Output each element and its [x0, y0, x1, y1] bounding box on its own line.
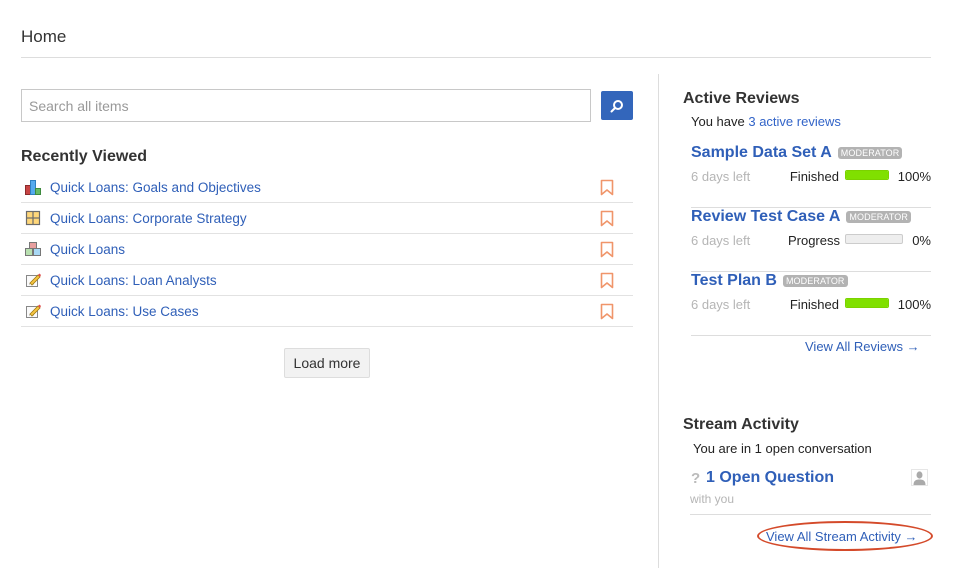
recent-item-link[interactable]: Quick Loans: Loan Analysts [50, 273, 217, 288]
recently-viewed-list: Quick Loans: Goals and Objectives Quick … [21, 172, 633, 327]
question-mark-icon: ? [691, 470, 701, 487]
review-status: Finished [789, 169, 839, 184]
search-input[interactable] [21, 89, 591, 122]
title-divider [21, 57, 931, 58]
role-badge: MODERATOR [846, 211, 911, 223]
recently-viewed-heading: Recently Viewed [21, 148, 147, 165]
edit-document-icon [25, 272, 41, 288]
list-item: Quick Loans: Goals and Objectives [21, 172, 633, 203]
active-reviews-heading: Active Reviews [683, 90, 800, 107]
page-title: Home [21, 27, 67, 46]
recent-item-link[interactable]: Quick Loans [50, 242, 125, 257]
stream-activity-summary: You are in 1 open conversation [693, 441, 872, 456]
progress-percent: 100% [897, 169, 931, 184]
review-item: Test Plan B MODERATOR 6 days left Finish… [691, 272, 931, 336]
progress-bar [845, 234, 903, 244]
progress-fill [846, 171, 888, 179]
column-divider [658, 74, 659, 568]
progress-percent: 0% [912, 233, 931, 248]
review-title-link[interactable]: Sample Data Set A [691, 144, 832, 162]
progress-fill [846, 299, 888, 307]
open-question-item: ? 1 Open Question with you [690, 468, 931, 515]
progress-bar [845, 170, 889, 180]
user-avatar-icon [911, 469, 928, 486]
bookmark-icon[interactable] [600, 272, 614, 289]
edit-document-icon [25, 303, 41, 319]
bookmark-icon[interactable] [600, 303, 614, 320]
recent-item-link[interactable]: Quick Loans: Corporate Strategy [50, 211, 247, 226]
bookmark-icon[interactable] [600, 241, 614, 258]
recent-item-link[interactable]: Quick Loans: Use Cases [50, 304, 199, 319]
search-button[interactable] [601, 91, 633, 120]
active-reviews-count-link[interactable]: 3 active reviews [748, 114, 840, 129]
active-reviews-summary: You have 3 active reviews [691, 114, 841, 129]
view-all-reviews-link[interactable]: View All Reviews → [805, 339, 920, 354]
recent-item-link[interactable]: Quick Loans: Goals and Objectives [50, 180, 261, 195]
open-question-link[interactable]: 1 Open Question [706, 469, 834, 487]
grid-icon [25, 210, 41, 226]
review-status: Progress [787, 233, 840, 248]
progress-bar [845, 298, 889, 308]
review-status: Finished [789, 297, 839, 312]
days-left: 6 days left [691, 297, 751, 312]
bookmark-icon[interactable] [600, 210, 614, 227]
role-badge: MODERATOR [782, 275, 848, 287]
days-left: 6 days left [691, 233, 751, 248]
review-title-link[interactable]: Review Test Case A [691, 208, 840, 226]
stream-activity-heading: Stream Activity [683, 416, 799, 433]
bar-chart-icon [25, 179, 41, 195]
load-more-button[interactable]: Load more [284, 348, 370, 378]
summary-prefix: You have [691, 114, 749, 129]
list-item: Quick Loans: Use Cases [21, 296, 633, 327]
list-item: Quick Loans: Corporate Strategy [21, 203, 633, 234]
days-left: 6 days left [691, 169, 751, 184]
bookmark-icon[interactable] [600, 179, 614, 196]
project-blocks-icon [25, 241, 41, 257]
role-badge: MODERATOR [837, 147, 903, 159]
list-item: Quick Loans: Loan Analysts [21, 265, 633, 296]
list-item: Quick Loans [21, 234, 633, 265]
review-item: Review Test Case A MODERATOR 6 days left… [691, 208, 931, 272]
search-icon [610, 99, 623, 112]
progress-percent: 100% [897, 297, 931, 312]
view-all-stream-activity-link[interactable]: View All Stream Activity → [766, 529, 917, 544]
review-title-link[interactable]: Test Plan B [691, 272, 777, 290]
question-subtitle: with you [690, 492, 735, 506]
review-item: Sample Data Set A MODERATOR 6 days left … [691, 144, 931, 208]
